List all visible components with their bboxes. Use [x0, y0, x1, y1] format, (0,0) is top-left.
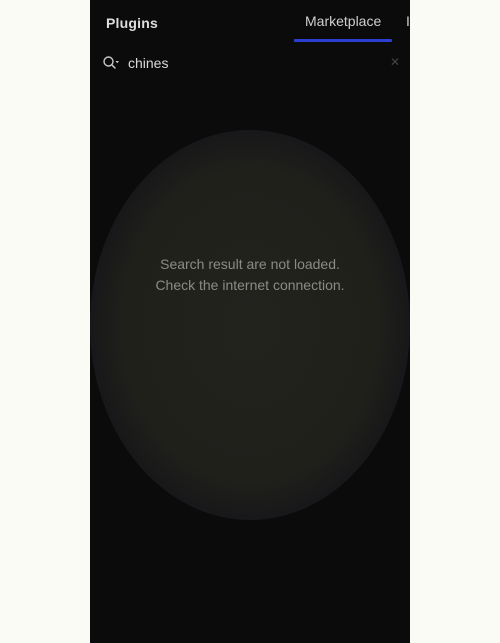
tab-marketplace[interactable]: Marketplace	[305, 13, 381, 29]
active-tab-indicator	[294, 39, 392, 42]
plugins-panel: Plugins Marketplace I ✕ Search result ar…	[90, 0, 410, 643]
search-input[interactable]	[128, 52, 376, 74]
load-error-line1: Search result are not loaded.	[160, 256, 340, 272]
tab-installed[interactable]: I	[406, 13, 410, 29]
background-glow	[90, 130, 410, 520]
search-icon[interactable]	[102, 55, 120, 71]
search-bar: ✕	[100, 50, 404, 76]
load-error-message: Search result are not loaded. Check the …	[90, 254, 410, 296]
panel-header: Plugins Marketplace I	[90, 0, 410, 44]
load-error-line2: Check the internet connection.	[155, 277, 345, 293]
close-icon[interactable]: ✕	[388, 55, 402, 69]
panel-title: Plugins	[106, 15, 158, 31]
